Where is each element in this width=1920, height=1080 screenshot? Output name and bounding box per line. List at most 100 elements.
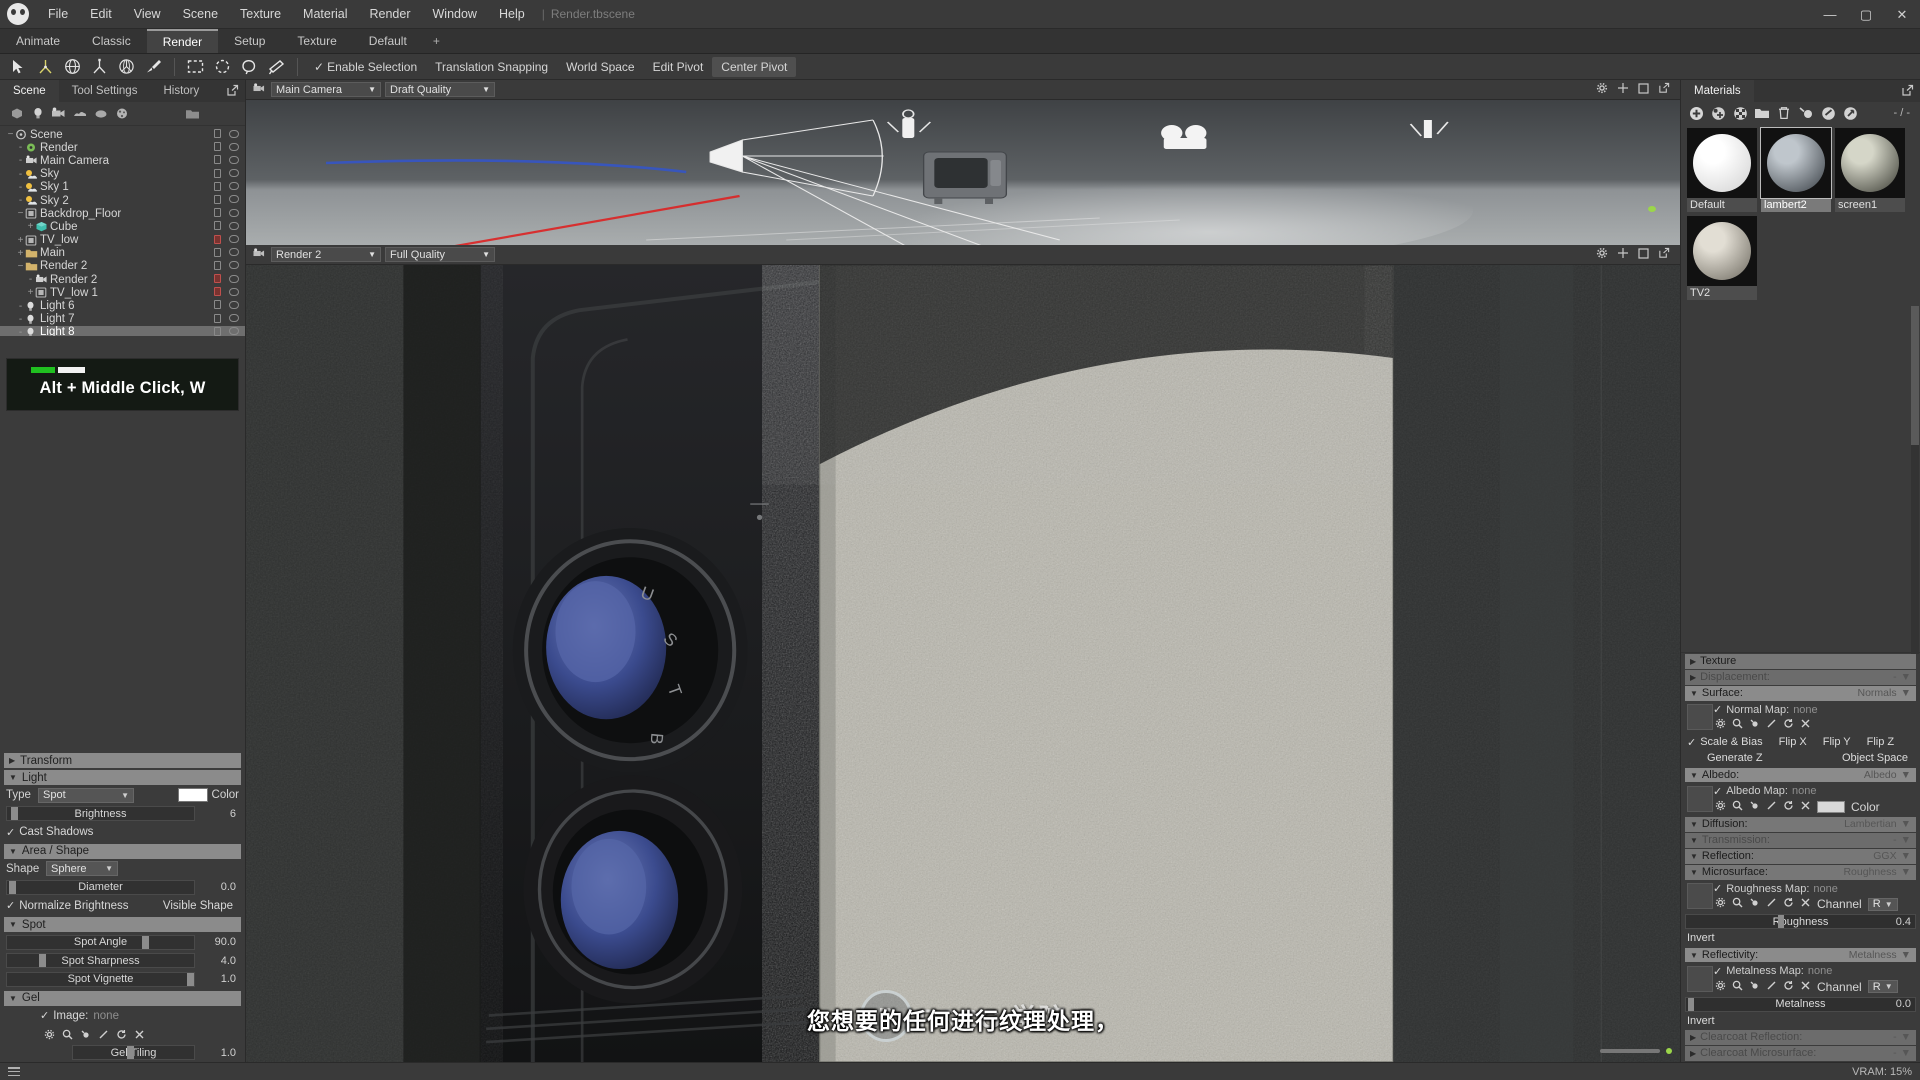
rect-select-icon[interactable] — [182, 55, 209, 79]
refresh-material-icon[interactable] — [1841, 104, 1859, 122]
lock-icon[interactable] — [214, 194, 221, 204]
tree-expander[interactable]: − — [6, 129, 15, 140]
render-viewport[interactable]: U S T B R RRCG 学院 您想要的任何进行纹理处理， — [246, 265, 1680, 1062]
translation-snapping-toggle[interactable]: Translation Snapping — [426, 57, 557, 77]
select-arrow-icon[interactable] — [5, 55, 32, 79]
slider-knob[interactable] — [38, 954, 46, 968]
tab-default[interactable]: Default — [353, 29, 423, 53]
search-icon[interactable] — [1732, 718, 1743, 732]
section-reflection[interactable]: ▼ Reflection: GGX ▼ — [1685, 849, 1916, 864]
enable-selection-toggle[interactable]: ✓ Enable Selection — [305, 57, 426, 77]
refresh-icon[interactable] — [1783, 897, 1794, 911]
lock-icon[interactable] — [214, 142, 221, 152]
scale-bias-label[interactable]: Scale & Bias — [1700, 736, 1762, 748]
folder-icon[interactable] — [1753, 104, 1771, 122]
albedo-map-thumbnail[interactable] — [1687, 785, 1713, 812]
section-diffusion[interactable]: ▼ Diffusion: Lambertian ▼ — [1685, 817, 1916, 832]
tree-item-light-7[interactable]: - Light 7 — [0, 313, 245, 326]
visibility-eye-icon[interactable] — [229, 195, 239, 204]
section-reflectivity[interactable]: ▼ Reflectivity: Metalness ▼ — [1685, 947, 1916, 962]
refresh-icon[interactable] — [1783, 800, 1794, 814]
maximize-icon[interactable] — [1638, 247, 1649, 262]
menu-hamburger-icon[interactable] — [8, 1067, 20, 1076]
lock-icon[interactable] — [214, 247, 221, 257]
flip-z-button[interactable]: Flip Z — [1867, 736, 1895, 748]
search-icon[interactable] — [1732, 800, 1743, 814]
eyedropper-icon[interactable] — [1749, 980, 1760, 994]
roughness-invert-row[interactable]: Invert — [1681, 930, 1920, 946]
visibility-eye-icon[interactable] — [229, 142, 239, 151]
search-icon[interactable] — [1732, 897, 1743, 911]
visibility-eye-icon[interactable] — [229, 221, 239, 230]
section-area-shape[interactable]: ▼ Area / Shape — [4, 843, 241, 859]
refresh-icon[interactable] — [1783, 980, 1794, 994]
shape-select[interactable]: Sphere ▼ — [46, 861, 118, 877]
visibility-eye-icon[interactable] — [229, 274, 239, 283]
gear-icon[interactable] — [1715, 800, 1726, 814]
material-cell[interactable]: screen1 — [1835, 128, 1905, 212]
close-icon[interactable] — [1800, 718, 1811, 732]
section-displacement[interactable]: ▶ Displacement: - ▼ — [1685, 670, 1916, 685]
clear-material-icon[interactable] — [1731, 104, 1749, 122]
main-quality-select[interactable]: Full Quality ▼ — [385, 247, 495, 262]
diameter-slider[interactable]: Diameter 0.0 — [6, 879, 236, 895]
material-thumbnail[interactable] — [1687, 216, 1757, 286]
tab-animate[interactable]: Animate — [0, 29, 76, 53]
add-fog-icon[interactable] — [90, 104, 111, 124]
tree-item-sky[interactable]: - Sky — [0, 168, 245, 181]
lock-icon[interactable] — [214, 168, 221, 178]
menu-help[interactable]: Help — [488, 2, 536, 26]
transform-gizmo-icon[interactable] — [113, 55, 140, 79]
scrollbar-thumb[interactable] — [1911, 306, 1919, 445]
move-icon[interactable] — [1617, 247, 1629, 262]
top-camera-select[interactable]: Main Camera ▼ — [271, 82, 381, 97]
section-clearcoat-microsurface[interactable]: ▶ Clearcoat Microsurface: - ▼ — [1685, 1046, 1916, 1061]
top-quality-select[interactable]: Draft Quality ▼ — [385, 82, 495, 97]
tree-expander[interactable]: - — [16, 169, 25, 180]
popout-icon[interactable] — [1658, 82, 1670, 97]
check-icon[interactable]: ✓ — [1687, 736, 1696, 749]
roughness-channel-select[interactable]: R ▼ — [1867, 897, 1898, 911]
tree-expander[interactable]: - — [16, 182, 25, 193]
visibility-eye-icon[interactable] — [229, 261, 239, 270]
menu-scene[interactable]: Scene — [172, 2, 229, 26]
edit-icon[interactable] — [1766, 897, 1777, 911]
section-spot[interactable]: ▼ Spot — [4, 917, 241, 932]
tree-expander[interactable]: - — [16, 155, 25, 166]
check-icon[interactable]: ✓ — [1713, 965, 1722, 978]
tree-item-scene[interactable]: − Scene — [0, 128, 245, 141]
generate-z-button[interactable]: Generate Z — [1707, 752, 1763, 764]
tab-add-layout[interactable]: + — [423, 29, 450, 53]
tab-history[interactable]: History — [150, 80, 212, 102]
search-icon[interactable] — [62, 1029, 73, 1040]
tree-expander[interactable]: + — [16, 248, 25, 259]
section-transmission[interactable]: ▼ Transmission: - ▼ — [1685, 833, 1916, 848]
lock-icon[interactable] — [214, 287, 221, 297]
visibility-eye-icon[interactable] — [229, 169, 239, 178]
trash-icon[interactable] — [1775, 104, 1793, 122]
visibility-eye-icon[interactable] — [229, 129, 239, 138]
tree-item-render[interactable]: - Render — [0, 141, 245, 154]
visibility-eye-icon[interactable] — [229, 314, 239, 323]
lock-icon[interactable] — [214, 221, 221, 231]
tree-item-sky-1[interactable]: - Sky 1 — [0, 181, 245, 194]
tree-item-backdrop-floor[interactable]: − Backdrop_Floor — [0, 207, 245, 220]
add-camera-icon[interactable] — [48, 104, 69, 124]
material-cell[interactable]: lambert2 — [1760, 127, 1832, 212]
tree-expander[interactable]: + — [26, 287, 35, 298]
gear-icon[interactable] — [1715, 897, 1726, 911]
material-grid[interactable]: Default lambert2 screen1 TV2 — [1681, 124, 1920, 304]
tree-item-tv-low-1[interactable]: + TV_low 1 — [0, 286, 245, 299]
material-cell[interactable]: Default — [1687, 128, 1757, 212]
spot-sharpness-slider[interactable]: Spot Sharpness 4.0 — [6, 953, 236, 969]
check-icon[interactable]: ✓ — [40, 1009, 49, 1022]
tree-expander[interactable]: + — [26, 221, 35, 232]
visibility-eye-icon[interactable] — [229, 208, 239, 217]
maximize-icon[interactable] — [1638, 82, 1649, 97]
gear-icon[interactable] — [1596, 247, 1608, 262]
slider-knob[interactable] — [8, 880, 16, 894]
spot-vignette-slider[interactable]: Spot Vignette 1.0 — [6, 971, 236, 987]
tree-expander[interactable]: - — [16, 195, 25, 206]
tree-expander[interactable]: - — [16, 142, 25, 153]
lock-icon[interactable] — [214, 260, 221, 270]
